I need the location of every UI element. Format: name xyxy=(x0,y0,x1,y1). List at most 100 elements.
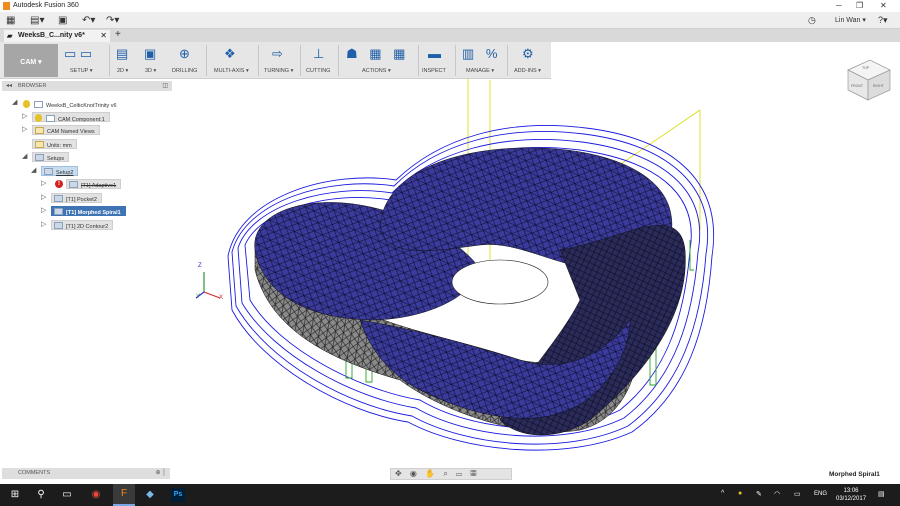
component-icon xyxy=(46,115,55,122)
window-title: Autodesk Fusion 360 xyxy=(13,2,79,9)
navigation-tools-icons[interactable]: ✥ ◉ ✋ ⌕ ▭ ▦ xyxy=(395,469,479,478)
3d-icon: ▣ xyxy=(144,46,157,61)
add-ins-label: ADD-INS ▾ xyxy=(514,68,541,74)
expand-arrow-icon[interactable]: ▷ xyxy=(41,179,46,189)
user-account-menu[interactable]: Lin Wan ▾ xyxy=(835,16,866,24)
view-cube-front-label: FRONT xyxy=(851,84,864,88)
pen-icon[interactable]: ✎ xyxy=(756,490,762,498)
drilling-group[interactable]: ⊕ DRILLING xyxy=(172,44,202,77)
2d-icon: ▤ xyxy=(116,46,129,61)
expand-arrow-icon[interactable]: ▷ xyxy=(22,112,27,122)
collapse-arrow-icon[interactable]: ◢ xyxy=(31,166,36,176)
tray-app-icon[interactable]: ● xyxy=(738,490,742,497)
actions-label: ACTIONS ▾ xyxy=(362,68,391,74)
drilling-label: DRILLING xyxy=(172,68,198,74)
document-node-icon xyxy=(34,101,43,108)
windows-taskbar: ⊞ ⚲ ▭ ◉ F ◆ Ps ^ ● ✎ ◠ ▭ ENG 13:06 03/12… xyxy=(0,484,900,506)
document-tab-label: WeeksB_C...nity v6* xyxy=(18,32,85,39)
tree-label: [T1] 2D Contour2 xyxy=(66,224,109,230)
view-cube-icon[interactable] xyxy=(840,56,894,104)
wifi-icon[interactable]: ◠ xyxy=(774,490,780,498)
2d-group[interactable]: ▤ 2D ▾ xyxy=(116,44,138,77)
taskbar-time: 13:06 xyxy=(843,488,859,494)
visibility-bulb-icon[interactable] xyxy=(23,100,30,108)
taskbar-clock[interactable]: 13:06 03/12/2017 xyxy=(836,487,866,503)
app-icon[interactable]: ◆ xyxy=(143,488,157,502)
photoshop-icon[interactable]: Ps xyxy=(171,488,185,502)
minimize-button[interactable]: ─ xyxy=(836,1,842,10)
help-menu[interactable]: ?▾ xyxy=(878,15,888,26)
visibility-bulb-icon[interactable] xyxy=(35,114,42,122)
expand-arrow-icon[interactable]: ▷ xyxy=(41,206,46,216)
manage-group[interactable]: ▥ % MANAGE ▾ xyxy=(460,44,504,77)
multi-axis-group[interactable]: ❖ MULTI-AXIS ▾ xyxy=(212,44,256,77)
expand-arrow-icon[interactable]: ▷ xyxy=(41,193,46,203)
workspace-switcher[interactable]: CAM ▾ xyxy=(4,44,58,77)
current-operation-label: Morphed Spiral1 xyxy=(829,471,880,478)
cam-toolbar: CAM ▾ ▭ ▭ SETUP ▾ ▤ 2D ▾ ▣ 3D ▾ ⊕ DRILLI… xyxy=(0,42,551,79)
turning-icon: ⇨ xyxy=(272,46,283,61)
inspect-icon: ▬ xyxy=(428,46,441,61)
close-tab-icon[interactable]: ✕ xyxy=(100,31,107,40)
comments-panel[interactable]: COMMENTS ⊕ │ xyxy=(2,468,170,479)
taskbar-date: 03/12/2017 xyxy=(836,496,867,502)
celtic-knot-mesh[interactable] xyxy=(254,147,686,436)
3d-group[interactable]: ▣ 3D ▾ xyxy=(144,44,166,77)
tree-label: [T1] Morphed Spiral1 xyxy=(66,210,121,216)
canvas-viewport[interactable]: Z Y X xyxy=(0,42,900,484)
error-icon[interactable]: ! xyxy=(55,180,63,188)
knot-model-canvas[interactable] xyxy=(0,42,900,484)
file-menu-icon[interactable]: ▤▾ xyxy=(30,15,44,26)
undo-icon[interactable]: ↶▾ xyxy=(82,15,95,26)
tree-label: Setup2 xyxy=(56,170,74,176)
setup-group[interactable]: ▭ ▭ SETUP ▾ xyxy=(64,44,106,77)
data-panel-grid-icon[interactable]: ▦ xyxy=(6,15,15,26)
job-status-clock-icon[interactable]: ◷ xyxy=(808,15,816,26)
morphed-spiral-operation-icon xyxy=(54,208,63,215)
tree-label: Units: mm xyxy=(47,143,72,149)
cutting-group[interactable]: ⊥ CUTTING xyxy=(304,44,334,77)
browser-options-icon[interactable]: ◫ xyxy=(162,82,168,89)
navigation-bar[interactable]: ✥ ◉ ✋ ⌕ ▭ ▦ xyxy=(390,468,512,480)
expand-arrow-icon[interactable]: ▷ xyxy=(41,220,46,230)
setup-icon xyxy=(44,168,53,175)
close-button[interactable]: ✕ xyxy=(880,1,887,10)
axis-z-label: Z xyxy=(198,263,202,269)
multi-axis-icon: ❖ xyxy=(224,46,236,61)
turning-group[interactable]: ⇨ TURNING ▾ xyxy=(264,44,298,77)
chrome-icon[interactable]: ◉ xyxy=(89,488,103,502)
inspect-group[interactable]: ▬ INSPECT xyxy=(422,44,450,77)
expand-arrow-icon[interactable]: ▷ xyxy=(22,125,27,135)
collapse-browser-icon[interactable]: ◂◂ xyxy=(6,82,12,89)
windows-start-icon[interactable]: ⊞ xyxy=(8,488,22,502)
drilling-icon: ⊕ xyxy=(179,46,190,61)
tree-label: CAM Named Views xyxy=(47,129,95,135)
actions-group[interactable]: ☗ ▦ ▦ ACTIONS ▾ xyxy=(344,44,416,77)
document-tab-bar: ▰ WeeksB_C...nity v6* ✕ + xyxy=(0,29,900,42)
new-tab-button[interactable]: + xyxy=(115,29,121,40)
collapse-arrow-icon[interactable]: ◢ xyxy=(22,152,27,162)
document-tab[interactable]: ▰ WeeksB_C...nity v6* ✕ xyxy=(4,30,110,42)
keyboard-icon[interactable]: ▭ xyxy=(794,490,801,498)
add-ins-group[interactable]: ⚙ ADD-INS ▾ xyxy=(512,44,548,77)
redo-icon[interactable]: ↷▾ xyxy=(106,15,119,26)
collapse-arrow-icon[interactable]: ◢ xyxy=(12,98,17,108)
browser-header[interactable]: ◂◂ BROWSER ◫ xyxy=(2,81,172,91)
restore-button[interactable]: ❐ xyxy=(856,1,863,10)
title-bar: Autodesk Fusion 360 ─ ❐ ✕ xyxy=(0,0,900,12)
add-comment-icon[interactable]: ⊕ │ xyxy=(156,469,166,476)
actions-icons: ☗ ▦ ▦ xyxy=(346,46,410,61)
save-icon[interactable]: ▣ xyxy=(58,15,67,26)
task-view-icon[interactable]: ▭ xyxy=(60,488,74,502)
units-icon xyxy=(35,141,44,148)
axis-x-label: X xyxy=(219,295,224,301)
search-icon[interactable]: ⚲ xyxy=(34,488,48,502)
notifications-icon[interactable]: ▤ xyxy=(878,490,885,498)
quick-access-toolbar: ▦ ▤▾ ▣ ↶▾ ↷▾ ◷ Lin Wan ▾ ?▾ xyxy=(0,12,900,29)
view-cube-top-label: TOP xyxy=(862,66,870,70)
tray-expand-icon[interactable]: ^ xyxy=(721,490,724,497)
language-indicator[interactable]: ENG xyxy=(814,491,827,497)
view-cube[interactable]: TOP FRONT RIGHT xyxy=(840,56,894,109)
fusion-taskbar-icon[interactable]: F xyxy=(113,484,135,506)
comments-label: COMMENTS xyxy=(18,470,51,476)
